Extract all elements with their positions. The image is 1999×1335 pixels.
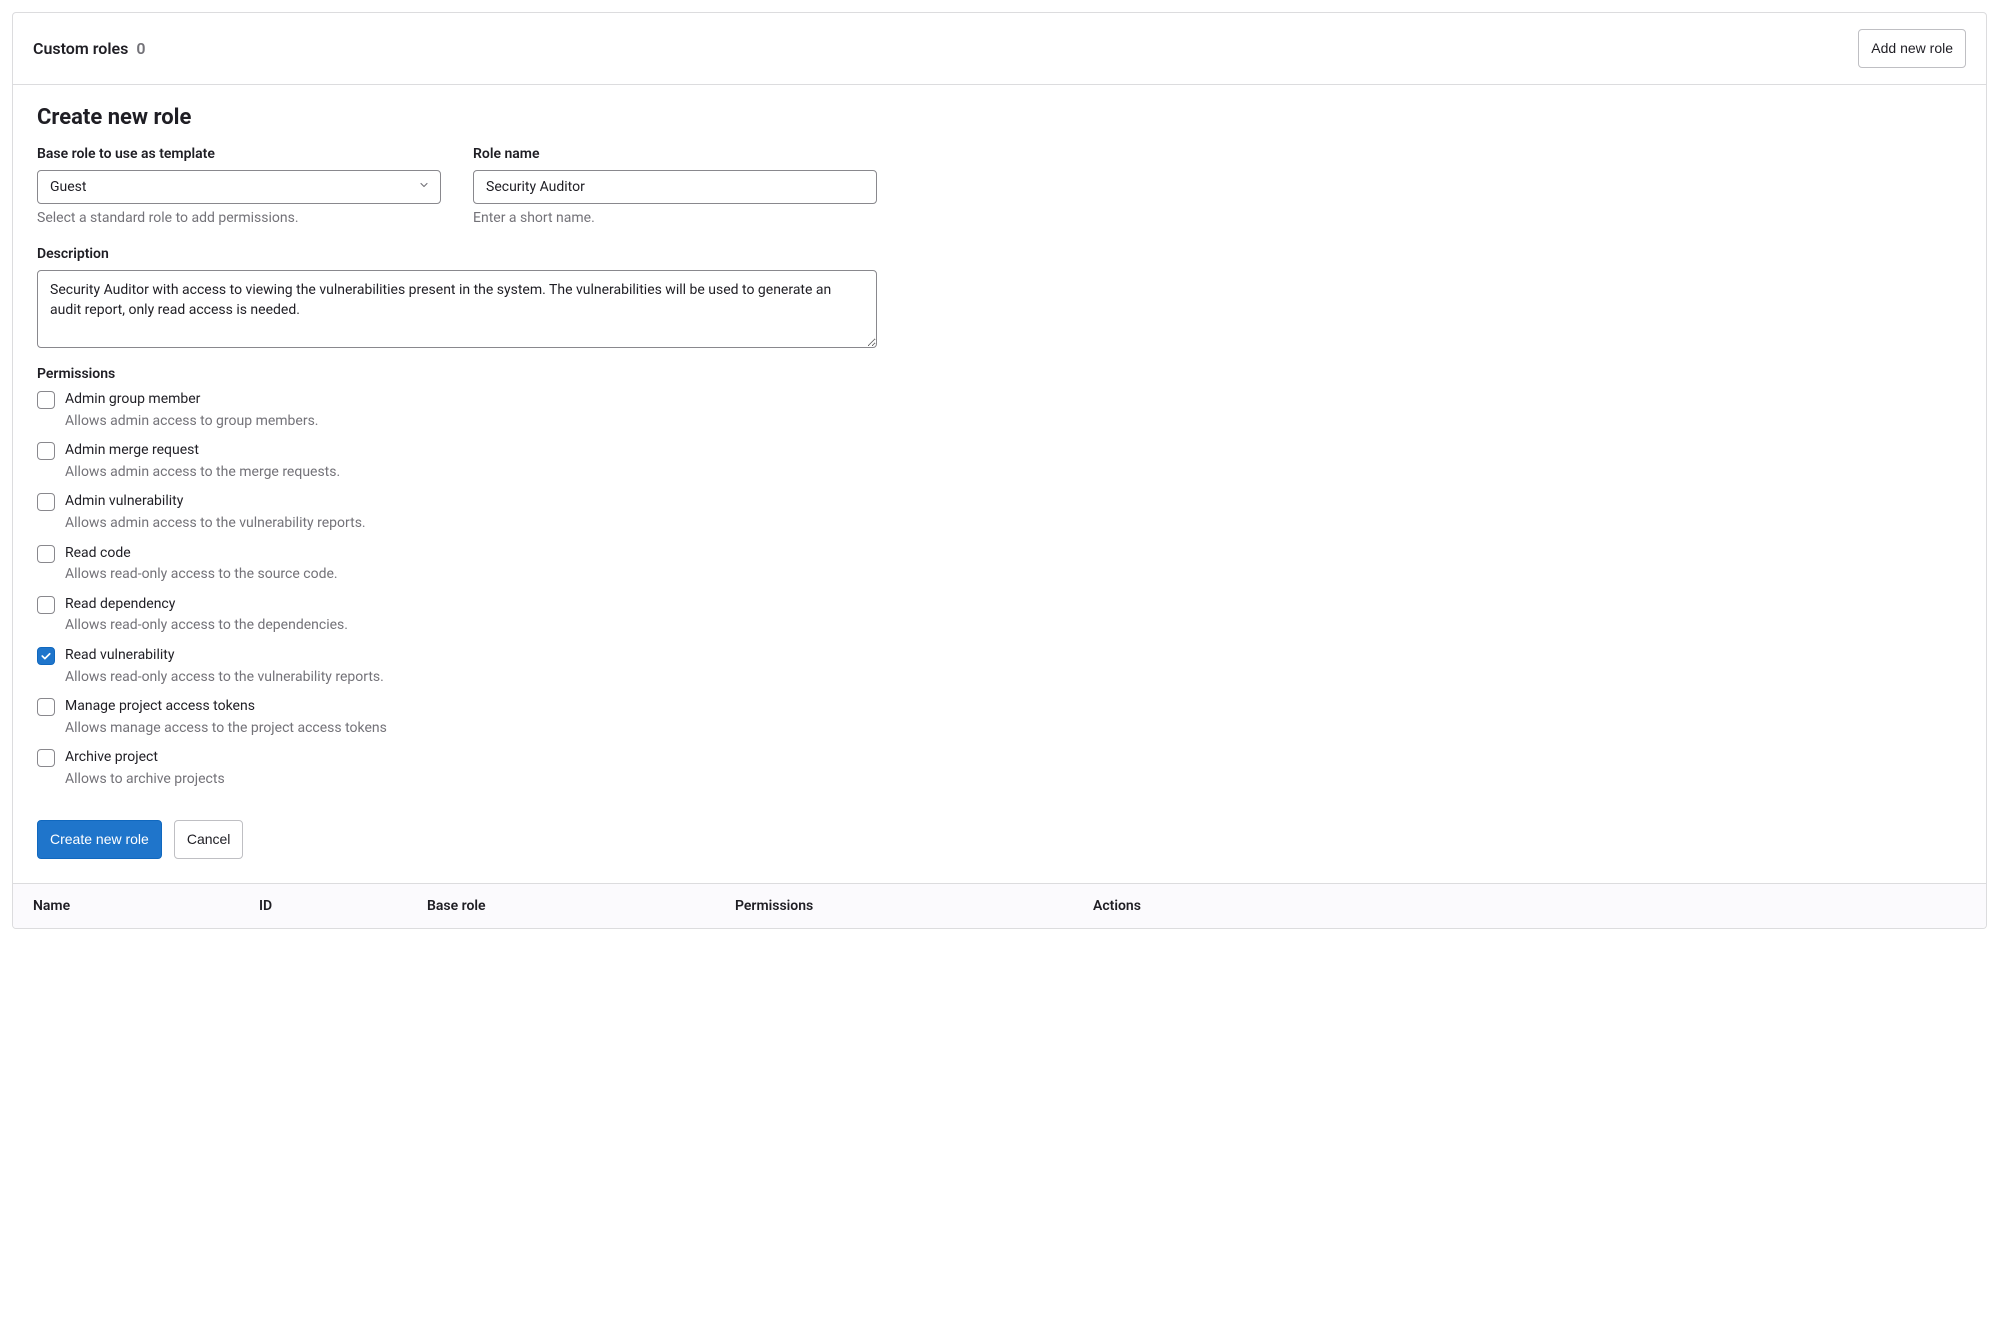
permission-description: Allows admin access to group members. [65,412,319,432]
base-role-value: Guest [50,179,86,195]
permission-label[interactable]: Admin group member [65,390,319,410]
permission-item: Read codeAllows read-only access to the … [37,544,1962,585]
column-name: Name [33,898,259,914]
add-new-role-button[interactable]: Add new role [1858,29,1966,68]
role-name-label: Role name [473,146,877,162]
role-name-help: Enter a short name. [473,210,877,226]
description-input[interactable] [37,270,877,348]
form-heading: Create new role [37,105,1962,130]
permission-checkbox[interactable] [37,647,55,665]
base-role-select[interactable]: Guest [37,170,441,204]
permission-text: Archive projectAllows to archive project… [65,748,225,789]
column-actions: Actions [1093,898,1966,914]
permission-item: Admin vulnerabilityAllows admin access t… [37,492,1962,533]
permission-item: Admin merge requestAllows admin access t… [37,441,1962,482]
role-name-input[interactable] [473,170,877,204]
permission-checkbox[interactable] [37,493,55,511]
roles-table-header: Name ID Base role Permissions Actions [13,883,1986,928]
create-role-button[interactable]: Create new role [37,820,162,859]
permission-description: Allows read-only access to the dependenc… [65,616,348,636]
base-role-label: Base role to use as template [37,146,441,162]
permission-item: Read dependencyAllows read-only access t… [37,595,1962,636]
create-role-form: Create new role Base role to use as temp… [13,85,1986,883]
permission-text: Read codeAllows read-only access to the … [65,544,338,585]
permission-description: Allows read-only access to the vulnerabi… [65,668,384,688]
form-actions: Create new role Cancel [37,820,1962,859]
permission-label[interactable]: Read dependency [65,595,348,615]
permission-description: Allows admin access to the merge request… [65,463,340,483]
column-permissions: Permissions [735,898,1093,914]
permission-checkbox[interactable] [37,391,55,409]
permission-text: Read dependencyAllows read-only access t… [65,595,348,636]
column-base-role: Base role [427,898,735,914]
permission-item: Admin group memberAllows admin access to… [37,390,1962,431]
permissions-section: Permissions Admin group memberAllows adm… [37,366,1962,790]
cancel-button[interactable]: Cancel [174,820,244,859]
permission-description: Allows to archive projects [65,770,225,790]
permissions-list: Admin group memberAllows admin access to… [37,390,1962,790]
permission-item: Read vulnerabilityAllows read-only acces… [37,646,1962,687]
permission-text: Admin vulnerabilityAllows admin access t… [65,492,366,533]
header-title-group: Custom roles 0 [33,39,145,58]
permission-label[interactable]: Read code [65,544,338,564]
permission-description: Allows manage access to the project acce… [65,719,387,739]
description-group: Description [37,246,877,348]
permission-item: Archive projectAllows to archive project… [37,748,1962,789]
base-role-group: Base role to use as template Guest Selec… [37,146,441,226]
permission-text: Read vulnerabilityAllows read-only acces… [65,646,384,687]
permission-checkbox[interactable] [37,749,55,767]
permission-checkbox[interactable] [37,442,55,460]
permission-text: Manage project access tokensAllows manag… [65,697,387,738]
permission-description: Allows read-only access to the source co… [65,565,338,585]
permission-checkbox[interactable] [37,698,55,716]
permission-item: Manage project access tokensAllows manag… [37,697,1962,738]
chevron-down-icon [418,179,430,195]
role-name-group: Role name Enter a short name. [473,146,877,226]
page-title: Custom roles [33,39,128,58]
custom-roles-card: Custom roles 0 Add new role Create new r… [12,12,1987,929]
permission-label[interactable]: Admin merge request [65,441,340,461]
permission-checkbox[interactable] [37,545,55,563]
base-role-help: Select a standard role to add permission… [37,210,441,226]
permission-text: Admin merge requestAllows admin access t… [65,441,340,482]
permissions-heading: Permissions [37,366,1962,382]
permission-description: Allows admin access to the vulnerability… [65,514,366,534]
permission-label[interactable]: Manage project access tokens [65,697,387,717]
permission-label[interactable]: Admin vulnerability [65,492,366,512]
column-id: ID [259,898,427,914]
description-label: Description [37,246,877,262]
permission-label[interactable]: Read vulnerability [65,646,384,666]
permission-label[interactable]: Archive project [65,748,225,768]
permission-checkbox[interactable] [37,596,55,614]
card-header: Custom roles 0 Add new role [13,13,1986,85]
form-row-top: Base role to use as template Guest Selec… [37,146,1962,226]
permission-text: Admin group memberAllows admin access to… [65,390,319,431]
roles-count: 0 [136,39,145,58]
